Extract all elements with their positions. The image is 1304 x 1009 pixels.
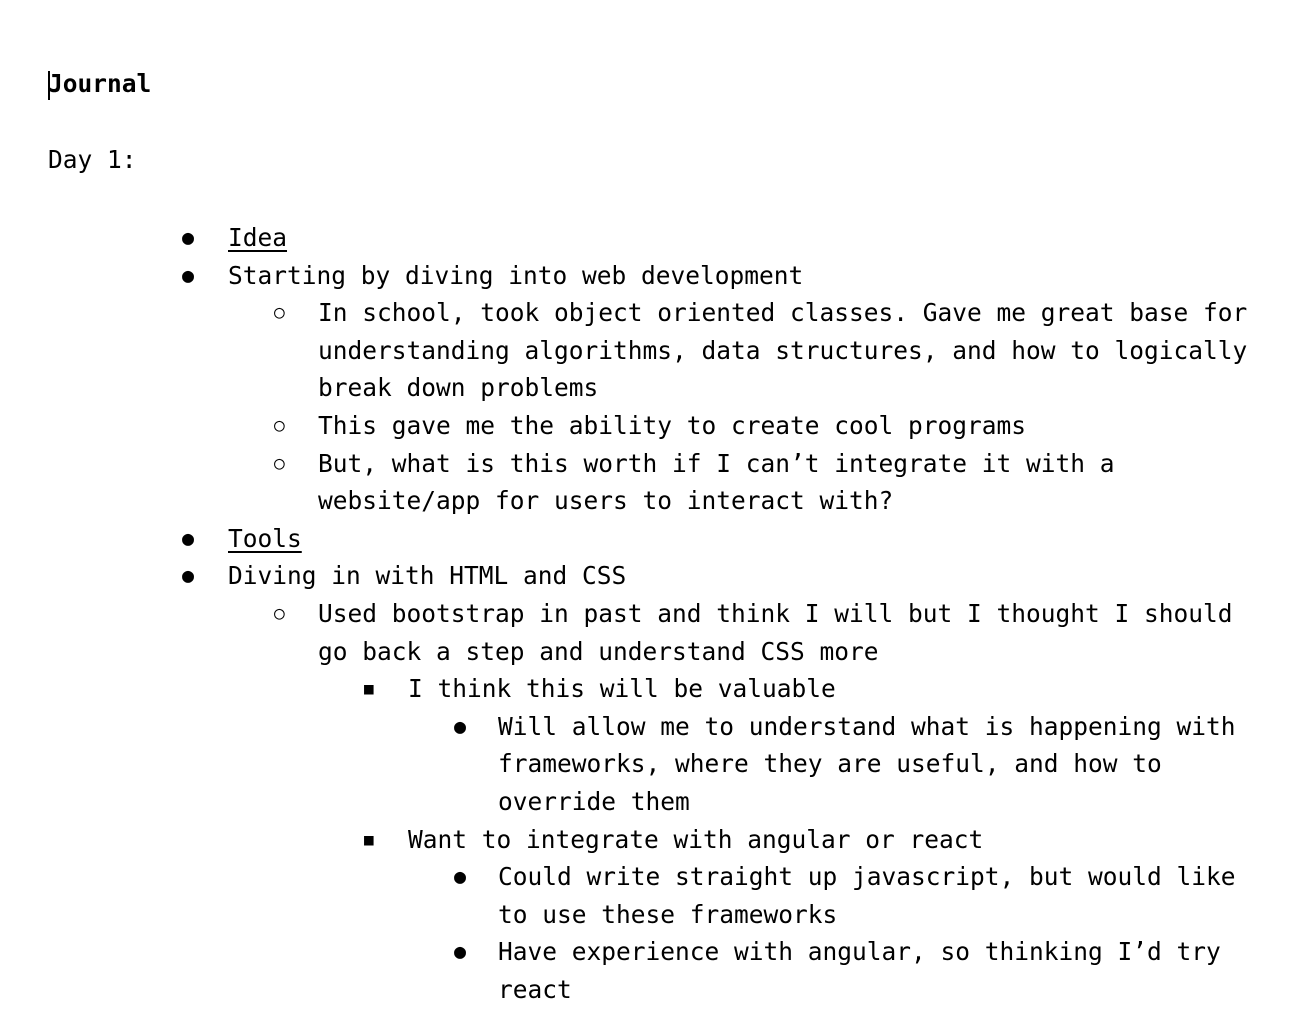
list-item-text[interactable]: Have experience with angular, so thinkin… [498, 933, 1268, 1008]
document-title[interactable]: Journal [48, 68, 151, 100]
list-item[interactable]: ■ Want to integrate with angular or react [48, 821, 1268, 859]
bullet-icon: ○ [274, 414, 285, 436]
list-item-text[interactable]: Diving in with HTML and CSS [228, 557, 1268, 595]
bullet-icon: ● [182, 563, 195, 588]
list-item[interactable]: ○ Used bootstrap in past and think I will… [48, 595, 1268, 670]
bullet-icon: ■ [364, 829, 374, 849]
list-item-text[interactable]: But, what is this worth if I can’t integ… [318, 445, 1268, 520]
list-item-text[interactable]: Will allow me to understand what is happ… [498, 708, 1268, 821]
list-item-text[interactable]: In school, took object oriented classes.… [318, 294, 1268, 407]
bullet-icon: ● [182, 525, 195, 550]
bullet-icon: ● [454, 713, 467, 738]
list-item[interactable]: ● Diving in with HTML and CSS [48, 557, 1268, 595]
list-item-text[interactable]: This gave me the ability to create cool … [318, 407, 1268, 445]
list-item-text[interactable]: Could write straight up javascript, but … [498, 858, 1268, 933]
list-item[interactable]: ○ In school, took object oriented classes… [48, 294, 1268, 407]
bullet-icon: ● [454, 864, 467, 889]
list-item-text[interactable]: Starting by diving into web development [228, 257, 1268, 295]
bullet-icon: ○ [274, 452, 285, 474]
list-item[interactable]: ■ I think this will be valuable [48, 670, 1268, 708]
list-item[interactable]: ● Have experience with angular, so thinki… [48, 933, 1268, 1008]
bullet-icon: ○ [274, 602, 285, 624]
bullet-icon: ● [182, 262, 195, 287]
list-item[interactable]: ● Starting by diving into web development [48, 257, 1268, 295]
list-item[interactable]: ● Idea [48, 219, 1268, 257]
list-item[interactable]: ○ But, what is this worth if I can’t inte… [48, 445, 1268, 520]
list-item[interactable]: ● Will allow me to understand what is hap… [48, 708, 1268, 821]
bullet-list[interactable]: ● Idea ● Starting by diving into web develo… [48, 219, 1268, 1008]
list-item[interactable]: ● Could write straight up javascript, but… [48, 858, 1268, 933]
bullet-icon: ○ [274, 302, 285, 324]
list-item-text[interactable]: Used bootstrap in past and think I will … [318, 595, 1268, 670]
bullet-icon: ■ [364, 679, 374, 699]
list-item-text[interactable]: I think this will be valuable [408, 670, 1268, 708]
list-item[interactable]: ○ This gave me the ability to create cool… [48, 407, 1268, 445]
list-item-text[interactable]: Idea [228, 219, 1268, 257]
list-item-text[interactable]: Want to integrate with angular or react [408, 821, 1268, 859]
list-item-text[interactable]: Tools [228, 520, 1268, 558]
bullet-icon: ● [182, 225, 195, 249]
list-item[interactable]: ● Tools [48, 520, 1268, 558]
day-heading[interactable]: Day 1: [48, 144, 137, 176]
bullet-icon: ● [454, 939, 467, 964]
